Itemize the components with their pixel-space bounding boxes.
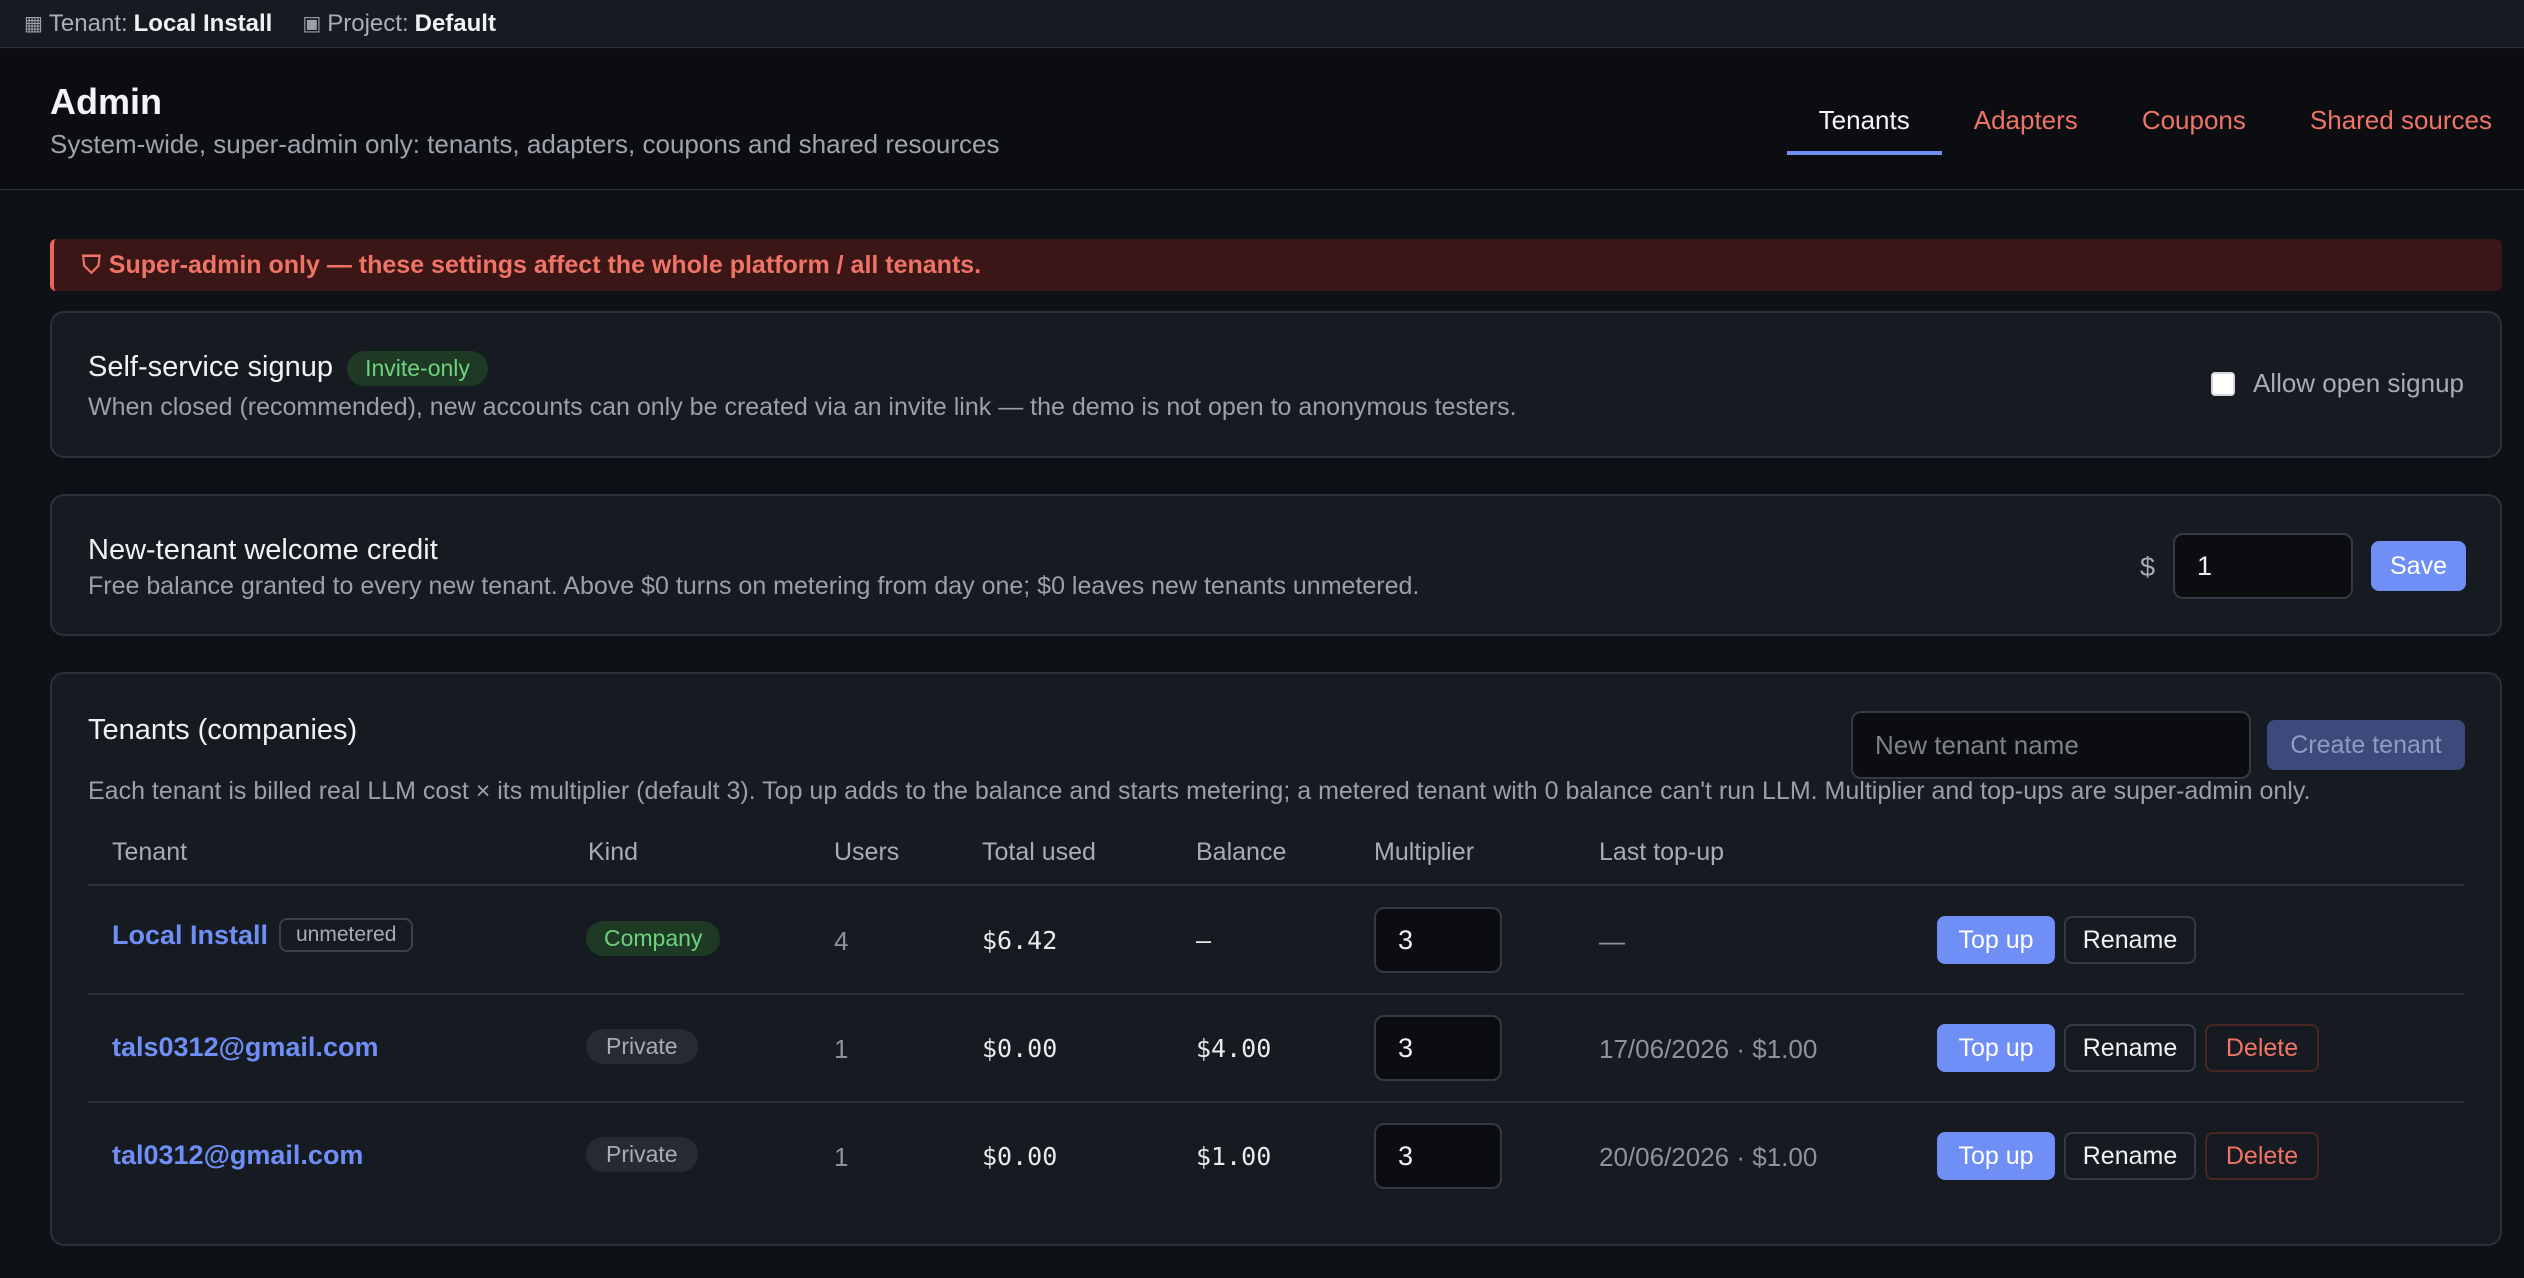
open-signup-toggle[interactable]: Allow open signup [2210,368,2464,399]
tenant-name-link[interactable]: tals0312@gmail.com [112,1032,378,1063]
users-count: 4 [834,926,849,956]
tenants-desc: Each tenant is billed real LLM cost × it… [88,777,2311,805]
header-divider [88,884,2464,886]
create-tenant-button[interactable]: Create tenant [2267,720,2465,770]
rename-button[interactable]: Rename [2064,1132,2196,1180]
last-topup: 17/06/2026 · $1.00 [1599,1034,1818,1064]
multiplier-input[interactable]: 3 [1374,907,1502,973]
welcome-credit-input[interactable]: 1 [2173,533,2353,599]
balance: $4.00 [1196,1034,1272,1063]
top-up-button[interactable]: Top up [1937,1024,2055,1072]
total-used: $6.42 [982,926,1058,955]
page-header: Admin System-wide, super-admin only: ten… [0,49,2524,190]
signup-card: Self-service signup Invite-only When clo… [50,311,2502,458]
shield-icon: ⛉ [82,250,101,279]
super-admin-warning: ⛉ Super-admin only — these settings affe… [50,239,2502,291]
tab-adapters[interactable]: Adapters [1942,99,2110,155]
warning-text: Super-admin only — these settings affect… [108,250,982,279]
allow-open-signup-checkbox[interactable] [2210,371,2235,396]
row-divider [88,1101,2464,1103]
row-divider [88,993,2464,995]
col-multiplier: Multiplier [1374,838,1475,866]
page-title: Admin [50,81,162,122]
signup-title: Self-service signup Invite-only [88,351,488,386]
status-badge: Invite-only [347,351,488,386]
multiplier-input[interactable]: 3 [1374,1123,1502,1189]
rename-button[interactable]: Rename [2064,1024,2196,1072]
users-count: 1 [834,1034,849,1064]
multiplier-input[interactable]: 3 [1374,1015,1502,1081]
kind-badge: Company [586,921,721,956]
signup-desc: When closed (recommended), new accounts … [88,393,1517,421]
kind-badge: Private [586,1137,698,1172]
balance: $1.00 [1196,1142,1272,1171]
tenant-label: Tenant: [48,9,128,37]
unmetered-tag: unmetered [279,918,414,952]
tenants-title: Tenants (companies) [88,714,358,746]
top-up-button[interactable]: Top up [1937,1132,2055,1180]
tenant-name-link[interactable]: Local Install [112,920,268,951]
tenant-crumb[interactable]: ▦ Tenant: Local Install [24,10,272,38]
context-bar: ▦ Tenant: Local Install ▣ Project: Defau… [0,0,2524,48]
col-tenant: Tenant [112,838,188,866]
balance: — [1196,926,1212,955]
col-balance: Balance [1196,838,1287,866]
rename-button[interactable]: Rename [2064,916,2196,964]
currency-symbol: $ [2140,552,2156,582]
welcome-credit-card: New-tenant welcome credit Free balance g… [50,494,2502,636]
project-value: Default [414,9,496,37]
col-last-topup: Last top-up [1599,838,1725,866]
page-subtitle: System-wide, super-admin only: tenants, … [50,129,1000,159]
signup-title-text: Self-service signup [88,351,333,383]
admin-tabs: Tenants Adapters Coupons Shared sources [1786,99,2524,155]
allow-open-signup-label: Allow open signup [2252,368,2464,398]
credit-title: New-tenant welcome credit [88,534,438,566]
tab-coupons[interactable]: Coupons [2110,99,2278,155]
col-users: Users [834,838,900,866]
users-count: 1 [834,1142,849,1172]
building-icon: ▦ [24,13,43,35]
last-topup: 20/06/2026 · $1.00 [1599,1142,1818,1172]
credit-desc: Free balance granted to every new tenant… [88,572,1420,600]
total-used: $0.00 [982,1034,1058,1063]
project-crumb[interactable]: ▣ Project: Default [302,10,496,38]
kind-badge: Private [586,1029,698,1064]
col-kind: Kind [588,838,639,866]
project-icon: ▣ [302,13,322,35]
new-tenant-input[interactable]: New tenant name [1851,711,2251,779]
col-total-used: Total used [982,838,1096,866]
delete-button[interactable]: Delete [2205,1024,2319,1072]
tenant-value: Local Install [133,9,273,37]
tenant-name-link[interactable]: tal0312@gmail.com [112,1140,363,1171]
last-topup: — [1599,926,1625,956]
top-up-button[interactable]: Top up [1937,916,2055,964]
project-label: Project: [327,9,409,37]
save-button[interactable]: Save [2371,541,2466,591]
tab-tenants[interactable]: Tenants [1786,99,1942,155]
total-used: $0.00 [982,1142,1058,1171]
delete-button[interactable]: Delete [2205,1132,2319,1180]
tab-shared-sources[interactable]: Shared sources [2278,99,2524,155]
